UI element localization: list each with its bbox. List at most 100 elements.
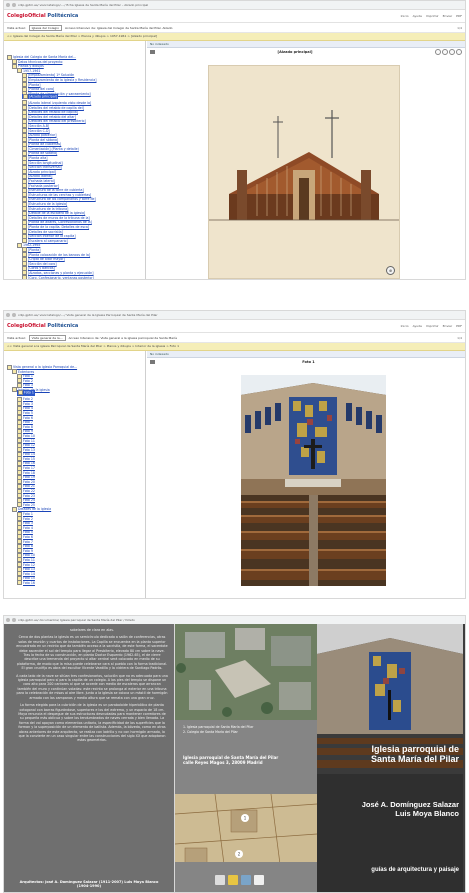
browser-address-bar[interactable]: cdip.gptm.es/ visorcatalogo/..../ ficha … — [4, 1, 465, 10]
navigation-row: Vista actual: Vista general de la... Acc… — [4, 333, 465, 343]
cover-architect-1: José A. Domínguez Salazar — [361, 800, 459, 809]
top-link[interactable]: Ayuda — [413, 324, 422, 328]
logo-accent: Oficial — [27, 13, 46, 19]
screenshot-catalog-photo: cdip.gptm.es/ visorcatalogo/..../ Vista … — [3, 310, 466, 599]
top-link[interactable]: Enviar — [443, 324, 452, 328]
zoom-controls — [435, 48, 462, 55]
cover-title-line-2: Santa María del Pilar — [370, 754, 459, 764]
reload-icon[interactable] — [12, 618, 16, 622]
url-text: cdip.gptm.es/ visorcatalogo/..../ ficha … — [18, 3, 149, 7]
document-viewer: No indexado Foto 1 — [147, 351, 465, 598]
cover-series: guías de arquitectura y paisaje — [371, 867, 459, 873]
elevation-drawing-image[interactable]: ⊕ — [208, 65, 400, 279]
site-map-svg: 1 2 — [175, 794, 317, 862]
zoom-in-icon[interactable] — [435, 48, 441, 55]
top-link[interactable]: PDF — [456, 14, 462, 18]
top-link[interactable]: Ayuda — [413, 14, 422, 18]
screenshot-brochure: cdip.gptm.es/ documentos/ Iglesia parroq… — [3, 615, 466, 893]
logo-rest: Politécnica — [47, 323, 79, 329]
top-link[interactable]: PDF — [456, 324, 462, 328]
tree-item-label: Foto 15 — [23, 576, 35, 581]
nav-description: Acceso Intensivo de: Iglesia del Colegio… — [65, 25, 173, 30]
top-link[interactable]: Imprimir — [426, 14, 439, 18]
logo-text: Colegio — [7, 13, 28, 19]
aerial-photo — [175, 624, 317, 720]
site-logo[interactable]: ColegioOficial Politécnica — [7, 323, 78, 329]
document-viewer: No indexado [Alzado principal] ⊕ — [147, 41, 465, 279]
pager[interactable]: 1/4 — [457, 336, 462, 340]
institution-logo-1 — [215, 875, 225, 885]
viewer-title: Foto 1 — [302, 359, 315, 364]
tree-item[interactable]: Foto 16 — [17, 580, 35, 586]
back-icon[interactable] — [6, 618, 10, 622]
catalog-tree: Iglesia del Colegio de Santa María del..… — [4, 41, 146, 279]
site-header: ColegioOficial Politécnica Inicio Ayuda Im… — [4, 10, 465, 23]
brochure-credits: Arquitectos: José A. Domínguez Salazar (… — [19, 880, 159, 888]
breadcrumb[interactable]: << Iglesia del Colegio de Santa María de… — [4, 33, 465, 41]
pager[interactable]: 1/4 — [457, 26, 462, 30]
tree-row: Foto 16 — [7, 569, 145, 586]
nav-description: Acceso Intensivo de: Vista general a la … — [68, 335, 178, 340]
aerial-photo-svg — [175, 624, 317, 720]
map-mark-1: 1 — [244, 816, 247, 821]
top-link[interactable]: Inicio — [401, 324, 409, 328]
rotate-icon[interactable] — [449, 48, 455, 55]
logo-text: Colegio — [7, 323, 28, 329]
institution-logo-3 — [241, 875, 251, 885]
back-icon[interactable] — [6, 313, 10, 317]
brochure-paragraph: Cerca de dos plantas la iglesia es un se… — [16, 635, 168, 671]
address-line-2: calle Reyes Magos 3, 28009 Madrid — [183, 760, 263, 765]
map-mark-2: 2 — [238, 852, 241, 857]
viewer-toolbar: Foto 1 — [147, 358, 465, 365]
navigation-row: Vista actual: Iglesia del Colegio Acceso… — [4, 23, 465, 33]
reload-icon[interactable] — [12, 313, 16, 317]
cover-architects: José A. Domínguez Salazar Luis Moya Blan… — [317, 800, 459, 818]
institution-logo-4 — [254, 875, 264, 885]
url-text: cdip.gptm.es/ documentos/ Iglesia parroq… — [18, 618, 135, 622]
viewer-header: No indexado — [147, 41, 465, 48]
url-text: cdip.gptm.es/ visorcatalogo/..../ Vista … — [18, 313, 158, 317]
map-legend: 1. Iglesia parroquial de Santa María del… — [183, 725, 253, 734]
church-address: Iglesia parroquial de Santa María del Pi… — [183, 755, 278, 765]
cover-architect-2: Luis Moya Blanco — [395, 809, 459, 818]
viewer-toolbar: [Alzado principal] — [147, 48, 465, 55]
institution-logo-2 — [228, 875, 238, 885]
screenshot-catalog-drawing: cdip.gptm.es/ visorcatalogo/..../ ficha … — [3, 0, 466, 280]
magnify-icon[interactable]: ⊕ — [386, 266, 395, 275]
brochure-paragraphs: Cerca de dos plantas la iglesia es un se… — [16, 635, 168, 742]
main-area: Vista general a la iglesia Parroquial de… — [4, 351, 465, 598]
breadcrumb[interactable]: << Vista general a la iglesia Parroquial… — [4, 343, 465, 351]
view-select[interactable]: Vista general de la... — [28, 334, 66, 341]
brochure-paragraph: La forma elegida para la cubrición de la… — [18, 703, 166, 743]
site-map: 1 2 — [175, 794, 317, 862]
church-interior-photo[interactable] — [241, 375, 386, 586]
browser-address-bar[interactable]: cdip.gptm.es/ visorcatalogo/..../ Vista … — [4, 311, 465, 320]
tree-item-label: Foto 16 — [23, 580, 35, 585]
catalog-tree: Vista general a la iglesia Parroquial de… — [4, 351, 146, 598]
folder-icon — [17, 580, 22, 586]
view-label: Vista actual: — [7, 25, 26, 30]
view-select[interactable]: Iglesia del Colegio — [28, 24, 62, 31]
zoom-out-icon[interactable] — [442, 48, 448, 55]
publisher-logos — [215, 873, 313, 887]
viewer-header: No indexado — [147, 351, 465, 358]
reload-icon[interactable] — [12, 3, 16, 7]
fit-icon[interactable] — [456, 48, 462, 55]
top-links: Inicio Ayuda Imprimir Enviar PDF — [401, 324, 462, 328]
main-area: Iglesia del Colegio de Santa María del..… — [4, 41, 465, 279]
top-link[interactable]: Enviar — [443, 14, 452, 18]
brochure-intro: sobelares de clara en alas. — [69, 628, 115, 632]
legend-item: 2. Colegio de Santa María del Pilar — [183, 729, 238, 734]
viewer-title: [Alzado principal] — [277, 49, 313, 54]
elevation-drawing-svg — [209, 66, 399, 278]
top-link[interactable]: Inicio — [401, 14, 409, 18]
back-icon[interactable] — [6, 3, 10, 7]
top-link[interactable]: Imprimir — [426, 324, 439, 328]
site-logo[interactable]: ColegioOficial Politécnica — [7, 13, 78, 19]
logo-accent: Oficial — [27, 323, 46, 329]
church-interior-svg — [241, 375, 386, 586]
brochure-cover: Iglesia parroquial de Santa María del Pi… — [317, 624, 465, 892]
cover-title: Iglesia parroquial de Santa María del Pi… — [317, 744, 459, 764]
brochure-map-column: 1. Iglesia parroquial de Santa María del… — [175, 624, 317, 892]
logo-rest: Politécnica — [47, 13, 79, 19]
